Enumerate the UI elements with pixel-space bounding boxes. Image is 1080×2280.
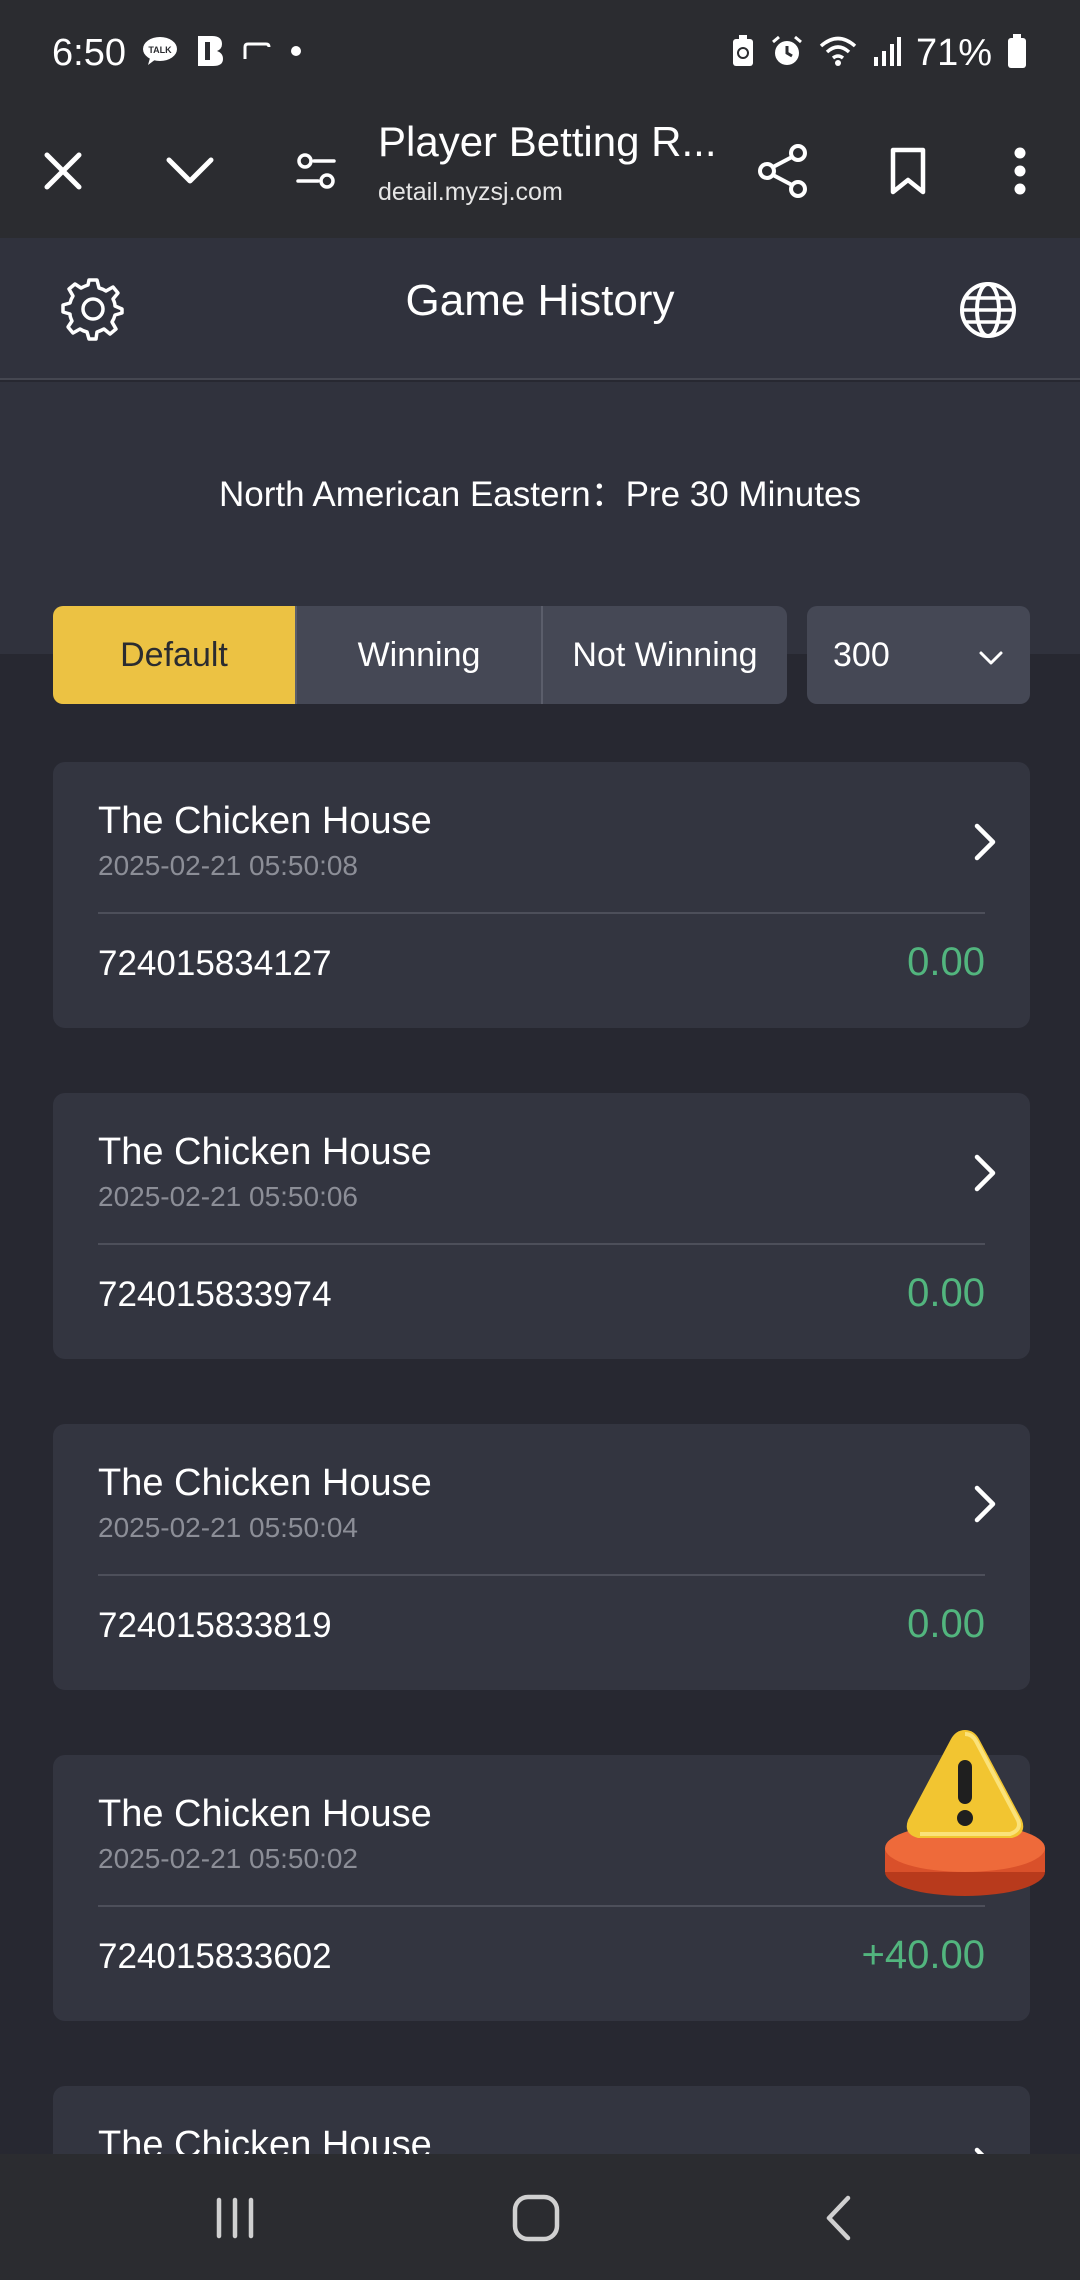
talk-icon: TALK — [142, 36, 178, 71]
globe-icon[interactable] — [956, 278, 1020, 342]
battery-percent: 71% — [915, 31, 992, 74]
result-filter-tabs: Default Winning Not Winning — [53, 606, 787, 704]
recents-icon[interactable] — [195, 2186, 275, 2250]
card-divider — [98, 912, 985, 914]
game-name: The Chicken House — [98, 800, 432, 842]
chevron-right-icon[interactable] — [973, 1484, 997, 1529]
record-count-value: 300 — [833, 635, 890, 674]
tab-default[interactable]: Default — [53, 606, 295, 704]
signal-icon — [872, 35, 902, 72]
card-divider — [98, 1243, 985, 1245]
page-header: Game History — [0, 238, 1080, 380]
bookmark-icon[interactable] — [873, 136, 943, 206]
battery-icon — [1006, 33, 1028, 74]
record-count-select[interactable]: 300 — [807, 606, 1030, 704]
cast-icon — [242, 41, 272, 66]
record-id: 724015833819 — [98, 1606, 332, 1645]
alarm-icon — [770, 34, 804, 73]
record-card[interactable]: The Chicken House 2025-02-21 05:50:06 72… — [53, 1093, 1030, 1359]
game-name: The Chicken House — [98, 1793, 432, 1835]
tab-not-winning[interactable]: Not Winning — [543, 606, 787, 704]
record-amount: 0.00 — [907, 1602, 985, 1646]
record-card[interactable]: The Chicken House 2025-02-21 05:50:04 72… — [53, 1424, 1030, 1690]
svg-text:TALK: TALK — [148, 45, 172, 55]
record-amount: 0.00 — [907, 940, 985, 984]
record-card[interactable]: The Chicken House 2025-02-21 05:50:08 72… — [53, 762, 1030, 1028]
page-title: Game History — [405, 276, 675, 325]
browser-url[interactable]: detail.myzsj.com — [378, 178, 563, 207]
share-icon[interactable] — [748, 136, 818, 206]
card-divider — [98, 1905, 985, 1907]
battery-saver-icon — [730, 34, 756, 73]
tune-icon[interactable] — [281, 136, 351, 206]
dot-icon — [290, 44, 302, 62]
warning-icon[interactable] — [882, 1722, 1048, 1898]
chevron-down-icon[interactable] — [155, 136, 225, 206]
record-id: 724015834127 — [98, 944, 332, 983]
record-id: 724015833602 — [98, 1937, 332, 1976]
game-name: The Chicken House — [98, 1131, 432, 1173]
status-time: 6:50 — [52, 31, 126, 74]
home-icon[interactable] — [496, 2186, 576, 2250]
game-name: The Chicken House — [98, 1462, 432, 1504]
close-icon[interactable] — [28, 136, 98, 206]
wifi-icon — [818, 34, 858, 73]
record-time: 2025-02-21 05:50:08 — [98, 850, 358, 881]
record-time: 2025-02-21 05:50:04 — [98, 1512, 358, 1543]
more-vert-icon[interactable] — [985, 136, 1055, 206]
tab-winning[interactable]: Winning — [297, 606, 541, 704]
browser-page-title: Player Betting R... — [378, 118, 717, 165]
chevron-down-icon — [978, 636, 1004, 675]
timezone-label: North American Eastern：Pre 30 Minutes — [219, 475, 861, 514]
record-amount: +40.00 — [861, 1933, 985, 1977]
system-nav-bar — [0, 2154, 1080, 2280]
record-time: 2025-02-21 05:50:06 — [98, 1181, 358, 1212]
record-id: 724015833974 — [98, 1275, 332, 1314]
record-amount: 0.00 — [907, 1271, 985, 1315]
record-time: 2025-02-21 05:50:02 — [98, 1843, 358, 1874]
status-bar: 6:50 TALK 71% — [0, 0, 1080, 106]
browser-toolbar: Player Betting R... detail.myzsj.com — [0, 106, 1080, 238]
back-icon[interactable] — [798, 2186, 878, 2250]
chevron-right-icon[interactable] — [973, 822, 997, 867]
b-app-icon — [196, 34, 224, 73]
card-divider — [98, 1574, 985, 1576]
chevron-right-icon[interactable] — [973, 1153, 997, 1198]
